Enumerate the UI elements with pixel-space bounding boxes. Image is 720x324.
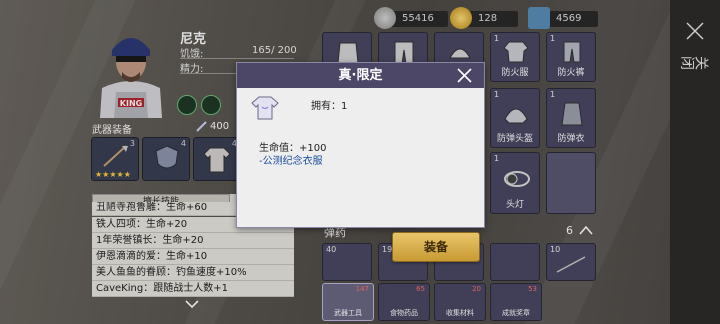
- modal-header: 真·限定: [237, 63, 484, 88]
- tshirt-icon: [251, 96, 279, 120]
- item-description: -公测纪念衣服: [259, 156, 323, 167]
- item-detail-modal: 真·限定 拥有：1 生命值：+100 -公测纪念衣服: [236, 62, 485, 228]
- equip-button[interactable]: 装备: [392, 232, 480, 262]
- modal-title: 真·限定: [338, 68, 383, 83]
- close-icon[interactable]: [457, 68, 472, 83]
- owned-count: 拥有：1: [311, 101, 348, 112]
